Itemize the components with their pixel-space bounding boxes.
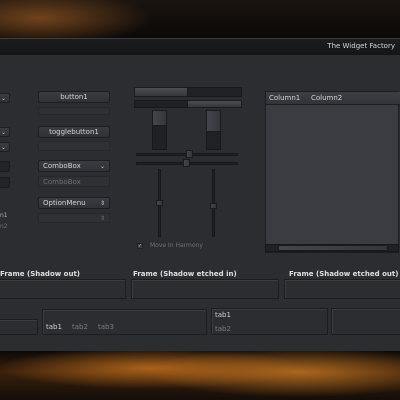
frame-shadow-etched-in-title: Frame (Shadow etched in) bbox=[133, 270, 237, 278]
treeview[interactable]: Column1 Column2 bbox=[265, 91, 400, 253]
column2-header[interactable]: Column2 bbox=[311, 94, 342, 102]
frame-shadow-out-title: Frame (Shadow out) bbox=[0, 270, 80, 278]
tab-tab2[interactable]: tab2 bbox=[72, 323, 88, 331]
optionmenu[interactable]: OptionMenu ⇕ bbox=[38, 197, 110, 209]
move-in-harmony-label: Move In Harmony bbox=[150, 242, 203, 249]
tab-tab1[interactable]: tab1 bbox=[46, 323, 62, 331]
combobox-label: ComboBox bbox=[43, 162, 81, 170]
left-label-1: n1 bbox=[0, 212, 8, 219]
chevron-down-icon: ⌄ bbox=[1, 94, 7, 102]
widget-factory-window: The Widget Factory ⌄ ⌄ ⌄ n1 n2 button1 t… bbox=[0, 38, 400, 351]
optionmenu-label: OptionMenu bbox=[43, 199, 86, 207]
window-content: ⌄ ⌄ ⌄ n1 n2 button1 togglebutton1 ComboB… bbox=[0, 55, 400, 351]
far-right-notebook bbox=[331, 308, 400, 335]
titlebar[interactable]: The Widget Factory bbox=[0, 39, 400, 55]
frame-shadow-etched-out-title: Frame (Shadow etched out) bbox=[289, 270, 399, 278]
frame-shadow-etched-in bbox=[131, 279, 279, 299]
horizontal-scrollbar-thumb-2[interactable] bbox=[187, 100, 242, 108]
vertical-scrollbar-1-thumb[interactable] bbox=[152, 110, 167, 126]
combobox[interactable]: ComboBox ⌄ bbox=[38, 160, 110, 172]
horizontal-scrollbar-thumb[interactable] bbox=[134, 87, 188, 97]
horizontal-scale-1-slider[interactable] bbox=[186, 150, 193, 158]
left-label-2: n2 bbox=[0, 223, 8, 230]
checkmark-icon: ✓ bbox=[137, 243, 143, 249]
chevron-down-icon: ⌄ bbox=[1, 143, 7, 151]
right-tab-tab1[interactable]: tab1 bbox=[215, 311, 231, 319]
right-tab-tab2[interactable]: tab2 bbox=[215, 325, 231, 333]
button1[interactable]: button1 bbox=[38, 91, 110, 103]
vertical-scrollbar-2-thumb[interactable] bbox=[206, 110, 221, 132]
option-indicator-icon: ⇕ bbox=[99, 199, 105, 207]
togglebutton-disabled[interactable] bbox=[38, 141, 110, 151]
vertical-scale-1-slider[interactable] bbox=[156, 200, 163, 206]
window-title: The Widget Factory bbox=[327, 42, 395, 50]
column1-header[interactable]: Column1 bbox=[269, 94, 300, 102]
tab-tab3[interactable]: tab3 bbox=[98, 323, 114, 331]
combobox-disabled-label: ComboBox bbox=[43, 177, 81, 186]
button-disabled[interactable] bbox=[38, 107, 110, 115]
bottom-notebook bbox=[42, 309, 207, 335]
left-combo-1[interactable]: ⌄ bbox=[0, 93, 10, 103]
chevron-down-icon: ⌄ bbox=[1, 128, 7, 136]
togglebutton1[interactable]: togglebutton1 bbox=[38, 126, 110, 138]
chevron-down-icon: ⌄ bbox=[99, 162, 105, 170]
vertical-scale-2-slider[interactable] bbox=[210, 203, 217, 209]
left-entry-1[interactable] bbox=[0, 161, 10, 172]
option-indicator-icon: ⇕ bbox=[99, 214, 105, 222]
combobox-disabled[interactable]: ComboBox bbox=[38, 176, 110, 187]
horizontal-scale-2-slider[interactable] bbox=[183, 159, 190, 167]
optionmenu-disabled[interactable]: ⇕ bbox=[38, 213, 110, 223]
move-in-harmony-checkbox[interactable]: ✓ bbox=[137, 243, 143, 249]
left-combo-3[interactable]: ⌄ bbox=[0, 142, 10, 152]
left-entry-2[interactable] bbox=[0, 177, 10, 188]
frame-shadow-out bbox=[0, 279, 126, 299]
treeview-header: Column1 Column2 bbox=[266, 92, 400, 105]
left-notebook bbox=[0, 319, 38, 335]
treeview-hscrollbar-thumb[interactable] bbox=[278, 245, 388, 251]
frame-shadow-etched-out bbox=[284, 279, 400, 299]
left-combo-2[interactable]: ⌄ bbox=[0, 127, 10, 137]
